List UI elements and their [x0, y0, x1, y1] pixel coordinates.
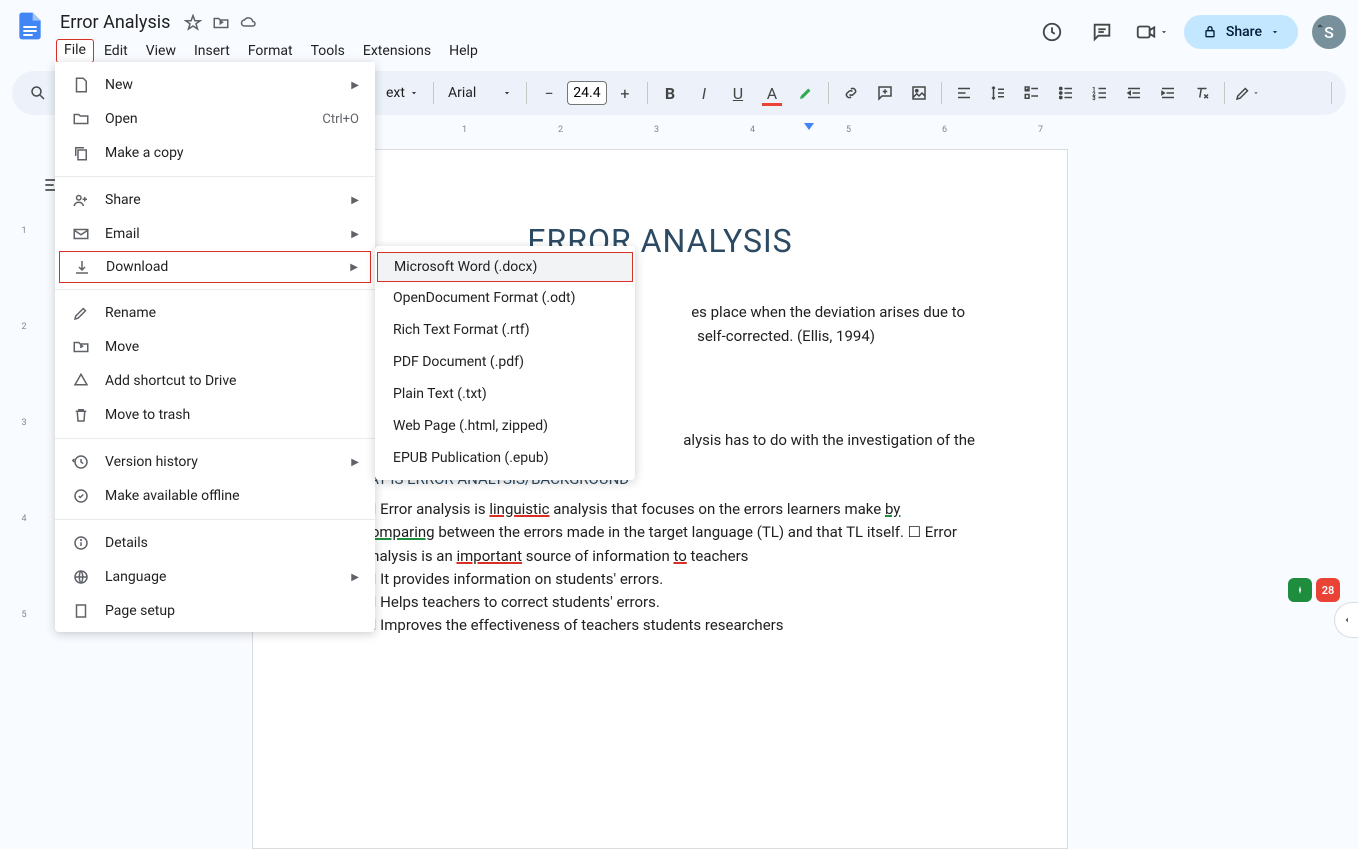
download-txt[interactable]: Plain Text (.txt) [375, 378, 635, 410]
comments-icon[interactable] [1084, 14, 1120, 50]
menubar: File Edit View Insert Format Tools Exten… [56, 37, 1026, 65]
doc-list-item: ☐ It provides information on students' e… [363, 568, 975, 591]
trash-icon [71, 405, 91, 425]
star-icon[interactable] [184, 14, 202, 32]
svg-text:3: 3 [1092, 96, 1095, 102]
font-size-input[interactable] [567, 81, 607, 105]
menu-help[interactable]: Help [441, 39, 486, 63]
rename-icon [71, 303, 91, 323]
numbered-list-icon[interactable]: 123 [1084, 77, 1116, 109]
menu-rename[interactable]: Rename [55, 296, 375, 330]
move-icon [71, 337, 91, 357]
docs-logo[interactable] [12, 8, 48, 44]
download-pdf[interactable]: PDF Document (.pdf) [375, 346, 635, 378]
menu-version-history[interactable]: Version history▶ [55, 445, 375, 479]
menu-make-copy[interactable]: Make a copy [55, 136, 375, 170]
menu-open[interactable]: OpenCtrl+O [55, 102, 375, 136]
history-icon [71, 452, 91, 472]
editing-mode-icon[interactable] [1231, 77, 1263, 109]
menu-add-shortcut[interactable]: Add shortcut to Drive [55, 364, 375, 398]
drive-shortcut-icon [71, 371, 91, 391]
doc-list-item: ☐ Improves the effectiveness of teachers… [363, 614, 975, 637]
italic-icon[interactable]: I [688, 77, 720, 109]
menu-email[interactable]: Email▶ [55, 217, 375, 251]
menu-print[interactable]: PrintCtrl+P [55, 628, 375, 632]
link-icon[interactable] [835, 77, 867, 109]
line-spacing-icon[interactable] [982, 77, 1014, 109]
move-folder-icon[interactable] [212, 14, 230, 32]
badge-green[interactable] [1288, 578, 1312, 602]
menu-download[interactable]: Download▶ [59, 251, 371, 283]
checklist-icon[interactable] [1016, 77, 1048, 109]
doc-list-item: ☐ Helps teachers to correct students' er… [363, 591, 975, 614]
search-icon[interactable] [22, 77, 54, 109]
download-submenu: Microsoft Word (.docx) OpenDocument Form… [375, 246, 635, 480]
ruler-marker[interactable] [804, 123, 814, 130]
collapse-toolbar-icon[interactable] [1304, 10, 1336, 42]
download-docx[interactable]: Microsoft Word (.docx) [377, 252, 633, 282]
menu-edit[interactable]: Edit [96, 39, 136, 63]
file-dropdown: New▶ OpenCtrl+O Make a copy Share▶ Email… [55, 62, 375, 632]
indent-decrease-icon[interactable] [1118, 77, 1150, 109]
menu-extensions[interactable]: Extensions [355, 39, 439, 63]
font-select[interactable]: Arial [440, 81, 520, 105]
insert-image-icon[interactable] [903, 77, 935, 109]
menu-details[interactable]: Details [55, 526, 375, 560]
menu-language[interactable]: Language▶ [55, 560, 375, 594]
document-title[interactable]: Error Analysis [56, 10, 174, 35]
decrease-font-icon[interactable]: − [533, 77, 565, 109]
menu-page-setup[interactable]: Page setup [55, 594, 375, 628]
history-icon[interactable] [1034, 14, 1070, 50]
download-rtf[interactable]: Rich Text Format (.rtf) [375, 314, 635, 346]
bold-icon[interactable]: B [654, 77, 686, 109]
clear-format-icon[interactable] [1186, 77, 1218, 109]
menu-new[interactable]: New▶ [55, 68, 375, 102]
document-icon [71, 75, 91, 95]
download-odt[interactable]: OpenDocument Format (.odt) [375, 282, 635, 314]
align-icon[interactable] [948, 77, 980, 109]
text-color-icon[interactable]: A [756, 77, 788, 109]
download-icon [72, 257, 92, 277]
meet-button[interactable] [1134, 14, 1170, 50]
folder-icon [71, 109, 91, 129]
email-icon [71, 224, 91, 244]
menu-tools[interactable]: Tools [303, 39, 353, 63]
bullet-list-icon[interactable] [1050, 77, 1082, 109]
menu-move[interactable]: Move [55, 330, 375, 364]
download-html[interactable]: Web Page (.html, zipped) [375, 410, 635, 442]
menu-offline[interactable]: Make available offline [55, 479, 375, 513]
offline-icon [71, 486, 91, 506]
badge-notification[interactable]: 28 [1316, 578, 1340, 602]
menu-share[interactable]: Share▶ [55, 183, 375, 217]
style-select[interactable]: ext [378, 81, 427, 105]
indent-increase-icon[interactable] [1152, 77, 1184, 109]
download-epub[interactable]: EPUB Publication (.epub) [375, 442, 635, 474]
share-icon [71, 190, 91, 210]
horizontal-ruler: 1 2 3 4 5 6 7 [252, 121, 1310, 143]
share-button[interactable]: Share [1184, 15, 1298, 49]
menu-trash[interactable]: Move to trash [55, 398, 375, 432]
copy-icon [71, 143, 91, 163]
increase-font-icon[interactable]: + [609, 77, 641, 109]
globe-icon [71, 567, 91, 587]
share-label: Share [1226, 24, 1262, 40]
underline-icon[interactable]: U [722, 77, 754, 109]
info-icon [71, 533, 91, 553]
highlight-icon[interactable] [790, 77, 822, 109]
menu-format[interactable]: Format [240, 39, 301, 63]
menu-insert[interactable]: Insert [186, 39, 238, 63]
doc-list-item: ☐ Error analysis is linguistic analysis … [363, 498, 975, 568]
add-comment-icon[interactable] [869, 77, 901, 109]
cloud-status-icon[interactable] [240, 14, 258, 32]
menu-view[interactable]: View [138, 39, 184, 63]
menu-file[interactable]: File [56, 39, 94, 63]
page-setup-icon [71, 601, 91, 621]
